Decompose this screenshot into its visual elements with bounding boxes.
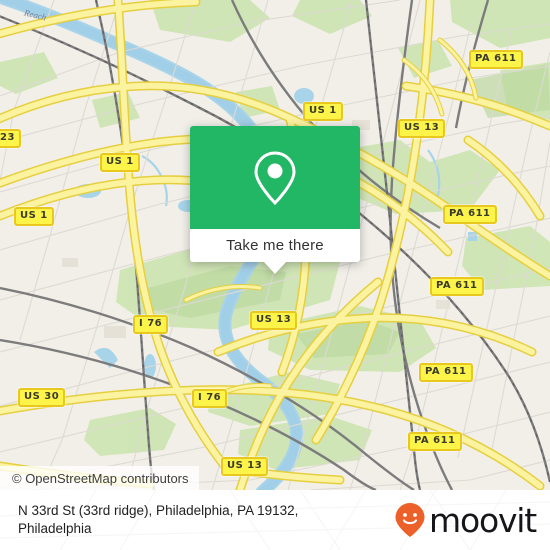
footer-content: N 33rd St (33rd ridge), Philadelphia, PA… [0,490,550,550]
road-shield: US 1 [100,153,140,172]
osm-attribution-text: © OpenStreetMap contributors [12,470,189,486]
osm-attribution[interactable]: © OpenStreetMap contributors [0,466,199,490]
callout-body: Take me there [190,126,360,262]
moovit-wordmark: moovit [429,500,537,540]
road-shield: PA 611 [408,432,462,451]
moovit-location-card-screenshot: Reach PA 611 US 1 US 13 US 1 23 US 1 PA 611 PA … [0,0,550,550]
road-shield: I 76 [133,315,169,334]
road-shield: US 1 [303,102,343,121]
take-me-there-button[interactable]: Take me there [190,229,360,262]
road-shield: I 76 [192,389,228,408]
footer-bar: N 33rd St (33rd ridge), Philadelphia, PA… [0,490,550,550]
road-shield: US 30 [18,388,66,407]
road-shield: US 13 [250,311,298,330]
moovit-smiley-pin-icon [395,503,425,537]
road-shield: PA 611 [443,205,497,224]
callout-pointer-tail [264,262,286,274]
callout-hero [190,126,360,229]
location-address: N 33rd St (33rd ridge), Philadelphia, PA… [18,503,299,536]
map-pin-icon [254,150,296,205]
road-shield: US 13 [221,457,269,476]
take-me-there-label: Take me there [226,237,324,254]
road-shield: PA 611 [419,363,473,382]
map-canvas[interactable]: Reach PA 611 US 1 US 13 US 1 23 US 1 PA 611 PA … [0,0,550,490]
moovit-logo[interactable]: moovit [394,500,537,540]
road-shield: US 1 [14,207,54,226]
road-shield: PA 611 [469,50,523,69]
road-shield: PA 611 [430,277,484,296]
road-shield: 23 [0,129,21,148]
road-shield: US 13 [398,119,446,138]
location-callout-card[interactable]: Take me there [190,126,360,274]
